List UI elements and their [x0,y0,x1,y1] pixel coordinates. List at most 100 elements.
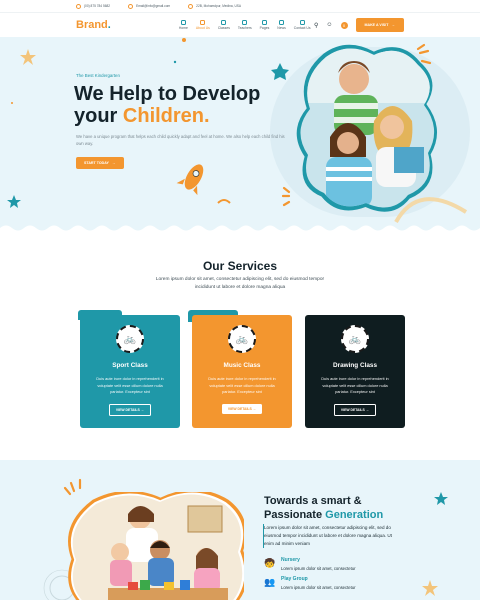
pages-icon [261,19,267,25]
email-text: Email@info@gmail.com [136,4,171,8]
nav-item-news[interactable]: News [277,19,286,31]
phone-text: (00) 875 784 5682 [84,4,111,8]
arrow-right-icon: → [140,407,145,412]
feature-title: Play Group [281,576,308,582]
about-heading-line2-prefix: Passionate [264,509,326,521]
arrow-right-icon: → [365,407,370,412]
view-details-label: VIEW DETAILS [340,407,365,412]
nav-item-teachers[interactable]: Teachers [237,19,252,31]
start-today-label: START TODAY [84,161,109,165]
view-details-label: VIEW DETAILS [227,406,252,411]
view-details-button[interactable]: VIEW DETAILS → [333,403,377,416]
about-children-photo [68,492,244,600]
hero-children-photo [296,44,438,212]
cart-icon[interactable]: 0 [340,21,348,29]
nav-item-contact[interactable]: Contact Us [293,19,311,31]
feature-description: Lorem ipsum dolor sit amet, consectetur [281,566,356,571]
nav-actions: ⚲ ☺ 0 MAKE A VISIT → [314,18,404,32]
view-details-button[interactable]: VIEW DETAILS → [108,403,152,416]
hero-tagline: The Best Kindergarten [76,73,120,78]
services-subtitle: Lorem ipsum dolor sit amet, consectetur … [155,277,325,290]
nav-item-pages[interactable]: Pages [259,19,270,31]
start-today-button[interactable]: START TODAY → [76,157,124,169]
service-card-music: 🚲 Music Class Duis aute irure dolor in r… [192,315,292,428]
hero-section: The Best Kindergarten We Help to Develop… [0,37,480,232]
nav-label: Pages [259,26,270,31]
star-icon [422,580,438,596]
brand-dot: . [107,19,111,31]
search-icon[interactable]: ⚲ [314,22,318,29]
nav-label: Contact Us [293,26,311,31]
star-icon [20,49,36,65]
hero-heading: We Help to Develop your Children. [74,83,304,127]
about-section: Towards a smart & Passionate Generation … [0,460,480,600]
nav-label: About Us [195,26,210,31]
feature-description: Lorem ipsum dolor sit amet, consectetur [281,585,356,590]
feature-play-group: 👥 Play Group Lorem ipsum dolor sit amet,… [264,576,355,590]
service-card-description: Duis aute irure dolor in reprehenderit i… [208,376,276,395]
about-heading-line1: Towards a smart & [264,495,362,507]
classes-icon [221,19,227,25]
bicycle-icon: 🚲 [116,325,144,353]
service-card-title: Sport Class [112,362,148,369]
nav-label: News [277,26,286,31]
accent-bar [263,524,264,548]
mail-icon [128,3,134,9]
address-info: 22B, Mohamdpur, Medina, USA [188,3,241,9]
location-icon [188,3,194,9]
feature-title: Nursery [281,557,300,563]
phone-icon [76,3,81,9]
arrow-right-icon: → [252,406,257,411]
service-card-drawing: 🚲 Drawing Class Duis aute irure dolor in… [305,315,405,428]
nav-label: Classes [217,26,230,31]
user-icon[interactable]: ☺ [326,22,332,28]
news-icon [279,19,285,25]
about-description: Lorem ipsum dolor sit amet, consectetur … [263,524,400,548]
bicycle-icon: 🚲 [228,325,256,353]
service-card-title: Music Class [223,362,261,369]
star-icon [434,492,448,505]
nav-item-classes[interactable]: Classes [217,19,230,31]
arrow-right-icon: → [391,23,395,27]
rocket-icon [176,164,204,196]
bicycle-icon: 🚲 [341,325,369,353]
top-bar: (00) 875 784 5682 Email@info@gmail.com 2… [0,0,480,13]
teachers-icon [242,19,248,25]
hero-heading-line1: We Help to Develop [74,83,261,105]
make-visit-button[interactable]: MAKE A VISIT → [355,18,404,32]
about-heading-highlight: Generation [325,509,384,521]
service-card-description: Duis aute irure dolor in reprehenderit i… [96,376,164,395]
hero-heading-highlight: Children. [122,105,210,127]
hero-heading-line2-prefix: your [74,105,123,127]
nav-menu: Home About Us Classes Teachers Pages New… [178,19,311,31]
about-icon [200,19,206,25]
view-details-button[interactable]: VIEW DETAILS → [221,403,263,414]
playgroup-icon: 👥 [264,577,276,587]
hero-description: We have a unique program that helps each… [76,134,285,146]
feature-nursery: 🧒 Nursery Lorem ipsum dolor sit amet, co… [264,557,355,571]
email-info[interactable]: Email@info@gmail.com [128,3,171,9]
nav-item-about[interactable]: About Us [195,19,210,31]
about-heading: Towards a smart & Passionate Generation [264,494,383,522]
nursery-icon: 🧒 [264,558,276,568]
service-card-title: Drawing Class [332,362,378,369]
brand-name: Brand [76,19,108,31]
star-icon [271,63,289,80]
home-icon [180,19,186,25]
service-card-description: Duis aute irure dolor in reprehenderit i… [321,376,389,395]
main-nav: Brand. Home About Us Classes Teachers Pa… [0,13,480,37]
make-visit-label: MAKE A VISIT [364,23,389,27]
services-title: Our Services [202,259,278,273]
nav-label: Home [178,26,188,31]
brand-logo[interactable]: Brand. [76,19,111,31]
phone-info[interactable]: (00) 875 784 5682 [76,3,111,9]
nav-label: Teachers [237,26,252,31]
contact-icon [299,19,305,25]
star-icon [7,195,21,208]
nav-item-home[interactable]: Home [178,19,188,31]
hero-wave-divider [0,225,480,232]
view-details-label: VIEW DETAILS [115,407,140,412]
about-description-text: Lorem ipsum dolor sit amet, consectetur … [264,525,392,546]
address-text: 22B, Mohamdpur, Medina, USA [196,4,241,8]
service-card-sport: 🚲 Sport Class Duis aute irure dolor in r… [80,315,180,428]
